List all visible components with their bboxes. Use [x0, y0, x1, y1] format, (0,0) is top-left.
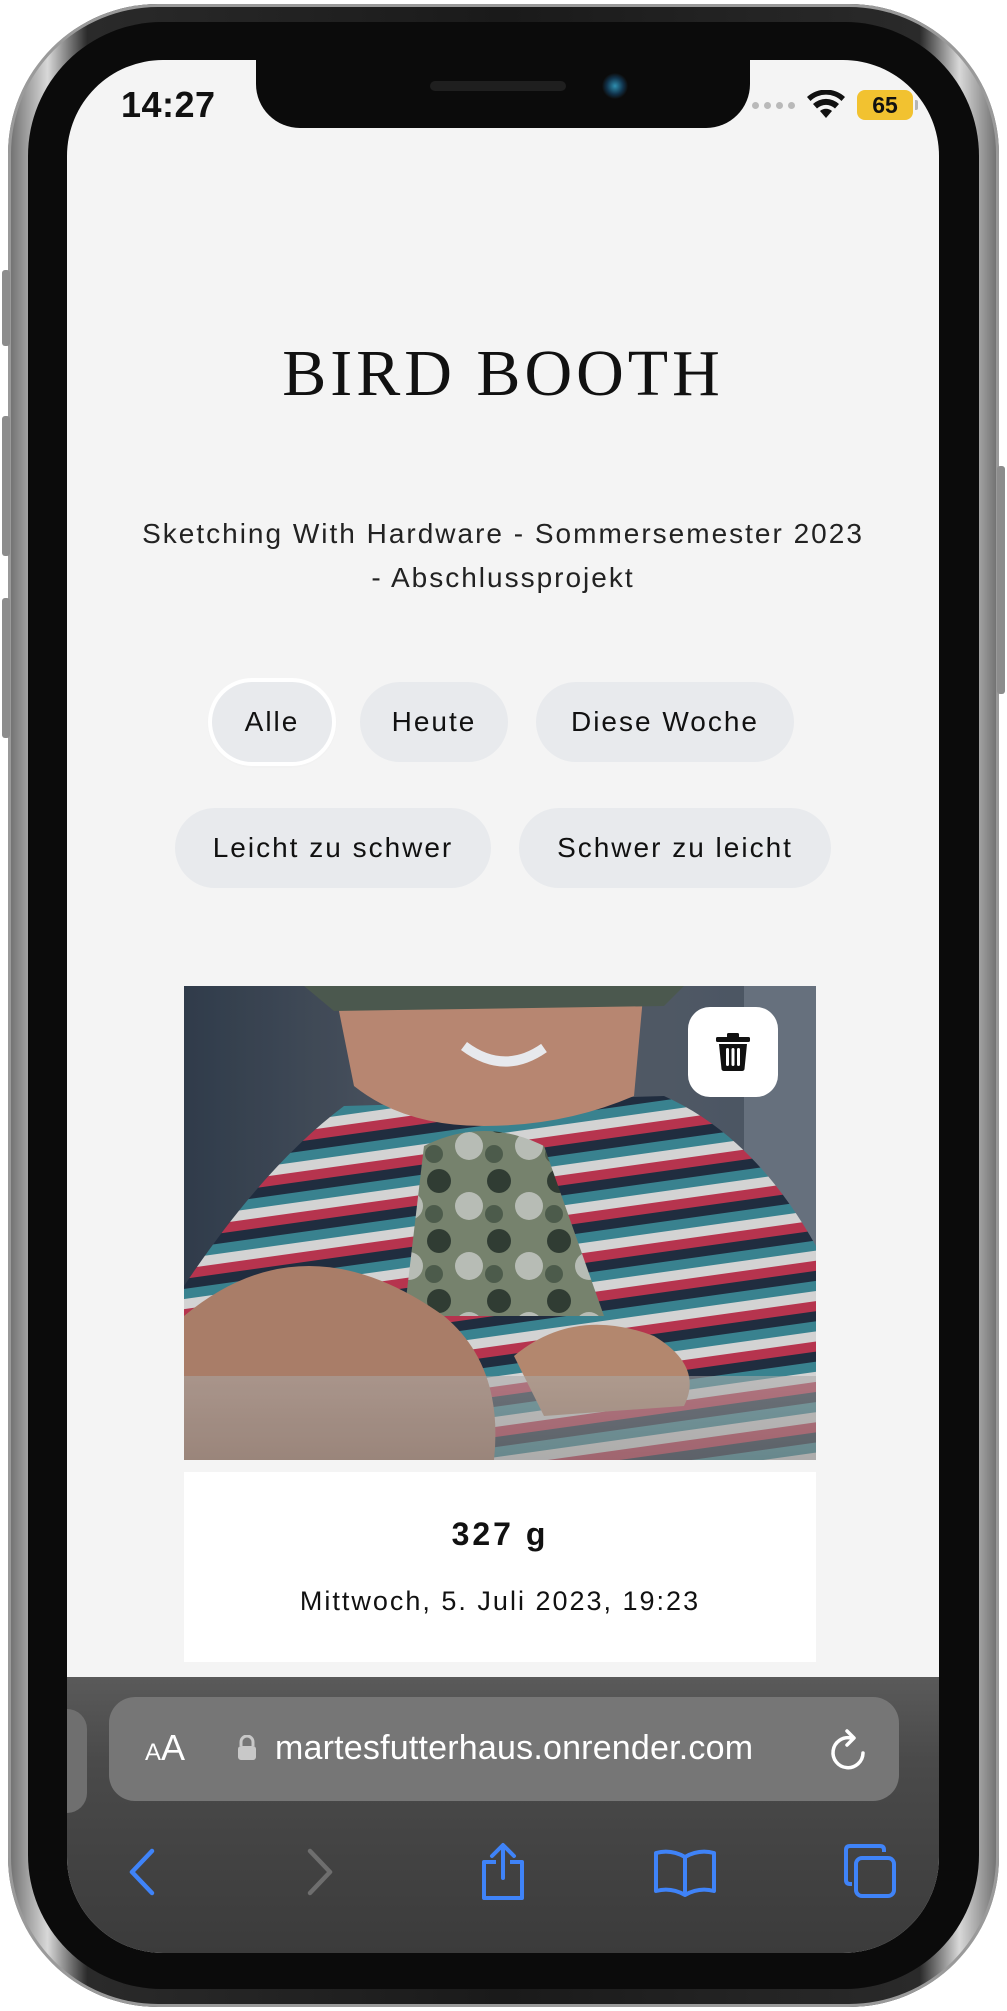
entry-weight: 327 g	[451, 1516, 549, 1552]
lock-icon	[238, 1735, 256, 1760]
previous-tab-preview[interactable]	[67, 1709, 87, 1813]
share-button[interactable]	[468, 1837, 538, 1907]
browser-toolbar: AA martesfutterhaus.onrender.com	[67, 1677, 939, 1953]
back-button[interactable]	[107, 1837, 177, 1907]
screen: 14:27 65 BIRD BOOTH Sketching With Hardw…	[67, 60, 939, 1953]
battery-level: 65	[872, 91, 898, 118]
page-subtitle: Sketching With Hardware - Sommersemester…	[142, 518, 864, 593]
bookmarks-button[interactable]	[650, 1837, 720, 1907]
earpiece-speaker	[430, 81, 566, 91]
status-time: 14:27	[121, 84, 216, 125]
url-text[interactable]: martesfutterhaus.onrender.com	[275, 1729, 753, 1768]
entry-timestamp: Mittwoch, 5. Juli 2023, 19:23	[299, 1586, 701, 1616]
wifi-icon	[807, 90, 845, 118]
text-size-button[interactable]: AA	[145, 1727, 185, 1769]
entry-details: 327 g Mittwoch, 5. Juli 2023, 19:23	[184, 1472, 816, 1662]
address-bar[interactable]: AA martesfutterhaus.onrender.com	[109, 1697, 899, 1801]
forward-icon	[307, 1848, 333, 1896]
tabs-button[interactable]	[835, 1837, 905, 1907]
filter-this-week-button[interactable]: Diese Woche	[536, 682, 794, 762]
entry-photo	[184, 986, 816, 1460]
sort-light-to-heavy-button[interactable]: Leicht zu schwer	[175, 808, 491, 888]
front-camera	[602, 73, 628, 99]
volume-up-button	[2, 416, 10, 556]
notch	[256, 60, 750, 128]
filter-today-button[interactable]: Heute	[360, 682, 508, 762]
filter-row-sort: Leicht zu schwer Schwer zu leicht	[67, 808, 939, 888]
status-indicators: 65	[752, 90, 918, 120]
back-icon	[129, 1848, 155, 1896]
page-title: BIRD BOOTH	[282, 337, 724, 410]
forward-button[interactable]	[285, 1837, 355, 1907]
cellular-signal-icon	[752, 101, 795, 109]
filter-all-button[interactable]: Alle	[212, 682, 332, 762]
delete-entry-button[interactable]	[688, 1007, 778, 1097]
power-button	[997, 466, 1005, 694]
bookmarks-icon	[654, 1849, 716, 1897]
share-icon	[482, 1843, 524, 1900]
sort-heavy-to-light-button[interactable]: Schwer zu leicht	[519, 808, 831, 888]
filter-row-time: Alle Heute Diese Woche	[67, 682, 939, 762]
volume-down-button	[2, 598, 10, 738]
trash-icon	[716, 1033, 750, 1071]
mute-switch	[2, 270, 10, 346]
reload-icon[interactable]	[829, 1727, 869, 1771]
tabs-icon	[844, 1844, 896, 1898]
battery-icon: 65	[857, 90, 918, 120]
